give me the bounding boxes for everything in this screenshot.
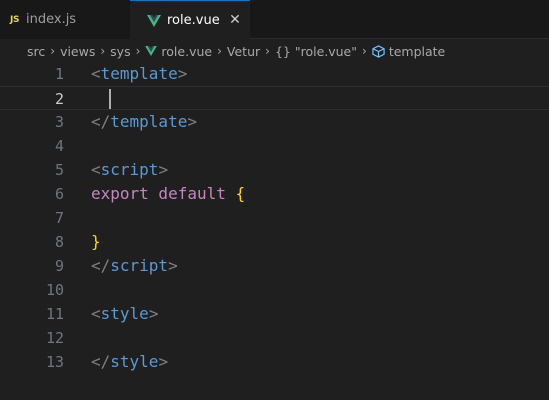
code-token: export default [91, 184, 236, 203]
code-token: { [235, 184, 246, 203]
code-text: } [91, 230, 101, 254]
text-cursor [109, 89, 111, 109]
code-text: </template> [91, 110, 197, 134]
code-token: > [158, 160, 169, 179]
line-number: 2 [54, 90, 64, 108]
code-line[interactable]: 2 [0, 86, 549, 110]
chevron-right-icon: › [362, 44, 367, 58]
line-number: 7 [54, 209, 64, 227]
breadcrumb-item-vetur[interactable]: Vetur [227, 44, 260, 59]
code-token: < [91, 160, 101, 179]
breadcrumb-item-src[interactable]: src [27, 44, 45, 59]
line-number: 11 [45, 305, 64, 323]
code-token: </ [91, 256, 111, 275]
chevron-right-icon: › [100, 44, 106, 58]
line-number: 4 [54, 137, 64, 155]
code-token: } [91, 232, 101, 251]
breadcrumb-item-role-vue[interactable]: role.vue [145, 44, 212, 59]
chevron-right-icon: › [50, 44, 56, 58]
chevron-right-icon: › [217, 44, 222, 58]
code-line[interactable]: 1 <template> [0, 62, 549, 86]
code-text: <style> [91, 302, 158, 326]
code-token: script [110, 256, 169, 275]
code-text: </style> [91, 350, 168, 374]
line-number: 5 [54, 161, 64, 179]
code-token: > [168, 256, 178, 275]
code-text: </script> [91, 254, 178, 278]
code-line[interactable]: 11 <style> [0, 302, 549, 326]
code-token: < [91, 304, 101, 323]
line-number: 8 [54, 233, 64, 251]
line-number: 6 [54, 185, 64, 203]
code-token: style [100, 304, 149, 323]
code-token: > [177, 64, 188, 83]
code-token: </ [91, 352, 111, 371]
code-token: template [100, 64, 178, 83]
code-line[interactable]: 8} [0, 230, 549, 254]
code-line[interactable]: 4 [0, 134, 549, 158]
code-line[interactable]: 13 </style> [0, 350, 549, 374]
code-text: <template> [91, 62, 187, 86]
breadcrumb-item-views[interactable]: views [60, 44, 95, 59]
code-line[interactable]: 6 export default { [0, 182, 549, 206]
line-number: 13 [45, 353, 64, 371]
code-token: </ [91, 112, 111, 131]
tab-role-vue[interactable]: role.vue ✕ [130, 0, 250, 40]
line-number: 3 [54, 113, 64, 131]
tab-bar: JS index.js role.vue ✕ [0, 0, 549, 40]
code-line[interactable]: 5 <script> [0, 158, 549, 182]
code-editor[interactable]: 1 <template> 2 3 </template> 4 5 <script> 6 expor… [0, 62, 549, 400]
code-text: <script> [91, 158, 168, 182]
line-number: 12 [45, 329, 64, 347]
code-line[interactable]: 3 </template> [0, 110, 549, 134]
breadcrumb-item-sys[interactable]: sys [110, 44, 130, 59]
cube-icon [372, 44, 385, 58]
code-text: export default { [91, 182, 245, 206]
chevron-right-icon: › [265, 44, 270, 58]
close-icon[interactable]: ✕ [228, 13, 242, 27]
code-line[interactable]: 12 [0, 326, 549, 350]
code-token: > [187, 112, 197, 131]
tab-label: index.js [26, 12, 77, 27]
vue-file-icon [147, 14, 161, 27]
code-line[interactable]: 10 [0, 278, 549, 302]
line-number: 9 [54, 257, 64, 275]
line-number: 10 [45, 281, 64, 299]
breadcrumb: src › views › sys › role.vue › Vetur › {… [0, 40, 549, 62]
code-token: script [100, 160, 159, 179]
line-number: 1 [54, 65, 64, 83]
code-token: < [91, 64, 101, 83]
breadcrumb-item-role-vue-object[interactable]: {} "role.vue" [275, 44, 357, 59]
code-token: template [110, 112, 188, 131]
code-line[interactable]: 9 </script> [0, 254, 549, 278]
js-file-icon: JS [10, 15, 20, 25]
vue-file-icon [145, 46, 158, 56]
code-token: > [158, 352, 169, 371]
code-line[interactable]: 7 [0, 206, 549, 230]
code-token: style [110, 352, 159, 371]
code-token: > [148, 304, 159, 323]
breadcrumb-item-template[interactable]: template [372, 44, 445, 59]
chevron-right-icon: › [135, 44, 141, 58]
tab-label: role.vue [167, 13, 220, 28]
tab-index-js[interactable]: JS index.js [0, 0, 130, 39]
